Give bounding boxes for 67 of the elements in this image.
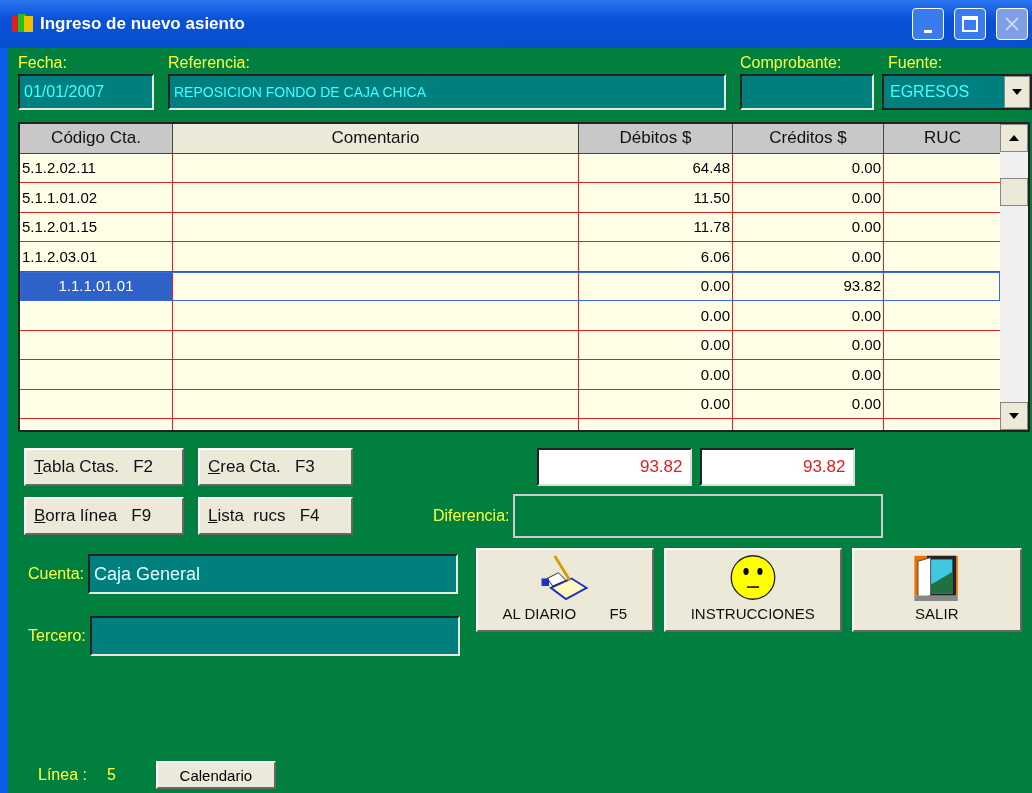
cuenta-field[interactable]: Caja General <box>88 554 459 594</box>
down-arrow-icon <box>1009 413 1019 419</box>
toolbar-button[interactable]: Crea Cta. F3 <box>198 448 353 486</box>
linea-value: 5 <box>106 766 116 784</box>
table-cell: 0.00 <box>733 153 884 183</box>
table-cell: 6.06 <box>579 242 733 272</box>
maximize-button[interactable] <box>954 8 986 40</box>
table-cell: 0.00 <box>733 183 884 213</box>
debit-total: 93.82 <box>537 448 693 486</box>
toolbar-button[interactable]: Borra línea F9 <box>24 497 184 535</box>
table-cell: 64.48 <box>579 153 733 183</box>
table-cell: 1.1.1.01.01 <box>20 271 173 301</box>
app-icon <box>12 14 34 34</box>
table-cell: 0.00 <box>579 271 733 301</box>
comprobante-label: Comprobante: <box>740 54 843 72</box>
tercero-field[interactable] <box>89 616 460 656</box>
calendario-button[interactable]: Calendario <box>155 761 276 789</box>
table-cell: 0.00 <box>579 389 733 419</box>
minimize-icon <box>924 29 932 33</box>
fuente-dropdown[interactable]: EGRESOS <box>882 74 1032 110</box>
table-cell: 11.50 <box>579 183 733 213</box>
fecha-field[interactable]: 01/01/2007 <box>18 74 154 110</box>
table-cell: 0.00 <box>733 330 884 360</box>
down-arrow-icon <box>1012 89 1022 95</box>
linea-label: Línea : <box>38 766 87 784</box>
maximize-icon <box>962 16 978 32</box>
cuenta-label: Cuenta: <box>28 565 85 583</box>
tercero-label: Tercero: <box>28 627 86 645</box>
table-cell: 11.78 <box>579 212 733 242</box>
scroll-thumb[interactable] <box>1000 178 1028 206</box>
comprobante-field[interactable] <box>740 74 874 110</box>
column-header: Débitos $ <box>579 124 733 154</box>
diferencia-label: Diferencia: <box>433 507 510 525</box>
close-icon <box>1004 16 1020 32</box>
toolbar-button[interactable]: Lista rucs F4 <box>198 497 353 535</box>
exit-button[interactable]: SALIR <box>851 548 1022 632</box>
table-cell: 5.1.2.01.15 <box>20 212 173 242</box>
table-cell: 1.1.2.03.01 <box>20 242 173 272</box>
table-cell: 0.00 <box>733 242 884 272</box>
fecha-label: Fecha: <box>18 54 68 72</box>
table-cell: 0.00 <box>579 330 733 360</box>
column-header: Código Cta. <box>20 124 173 154</box>
referencia-label: Referencia: <box>168 54 251 72</box>
table-cell: 5.1.2.02.11 <box>20 153 173 183</box>
selected-row[interactable]: 1.1.1.01.01 0.00 93.82 <box>20 271 1000 301</box>
column-header: Comentario <box>173 124 579 154</box>
minimize-button[interactable] <box>912 8 944 40</box>
table-cell: 0.00 <box>733 360 884 390</box>
table-cell: 0.00 <box>579 301 733 331</box>
table-cell: 0.00 <box>733 212 884 242</box>
table-cell: 0.00 <box>579 360 733 390</box>
up-arrow-icon <box>1009 135 1019 141</box>
table-cell: 5.1.1.01.02 <box>20 183 173 213</box>
table-cell: 0.00 <box>733 301 884 331</box>
window-title: Ingreso de nuevo asiento <box>40 14 246 34</box>
table-cell: 93.82 <box>733 271 884 301</box>
referencia-field[interactable]: REPOSICION FONDO DE CAJA CHICA <box>168 74 726 110</box>
close-button[interactable] <box>996 8 1028 40</box>
scrollbar[interactable] <box>1000 124 1028 430</box>
fuente-label: Fuente: <box>887 54 944 72</box>
action-button[interactable]: INSTRUCCIONES <box>663 548 842 632</box>
credit-total: 93.82 <box>700 448 856 486</box>
column-header: RUC <box>884 124 1000 154</box>
toolbar-button[interactable]: Tabla Ctas. F2 <box>24 448 184 486</box>
table-cell: 0.00 <box>733 389 884 419</box>
action-button[interactable]: AL DIARIO F5 <box>475 548 654 632</box>
column-header: Créditos $ <box>733 124 884 154</box>
